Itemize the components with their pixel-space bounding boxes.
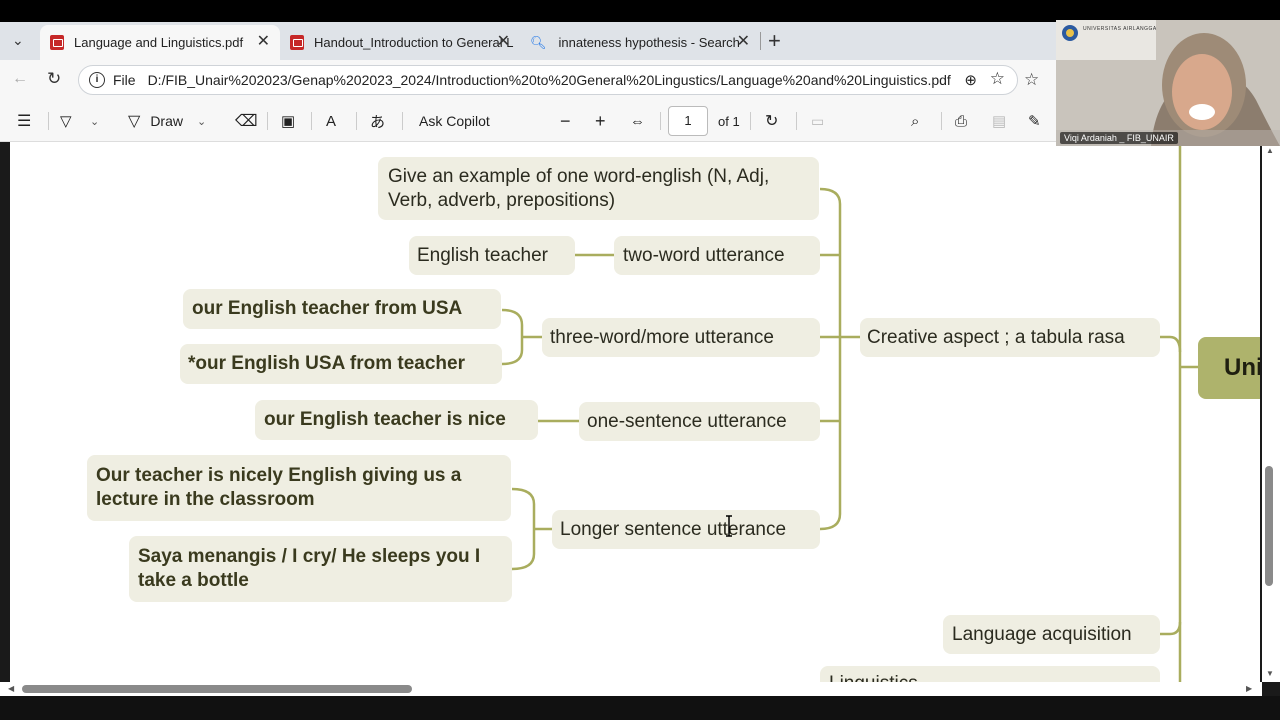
save-as-icon[interactable]: ✎ bbox=[1028, 110, 1041, 132]
node-text: Longer sentence utterance bbox=[560, 518, 787, 540]
screen: ⌄ Language and Linguistics.pdf ✕ Handout… bbox=[0, 0, 1280, 720]
node-three-word-example-1: our English teacher from USA bbox=[183, 289, 501, 329]
tab-separator bbox=[760, 32, 761, 50]
tab-label: innateness hypothesis - Search bbox=[558, 35, 740, 50]
node-text: Creative aspect ; a tabula rasa bbox=[867, 326, 1125, 348]
read-aloud-icon[interactable]: A bbox=[326, 110, 336, 132]
eraser-icon[interactable]: ⌫ bbox=[235, 110, 258, 132]
pdf-document-view[interactable]: Give an example of one word-english (N, … bbox=[10, 142, 1260, 682]
scroll-down-icon[interactable]: ▼ bbox=[1266, 669, 1274, 678]
creative-link bbox=[1160, 335, 1182, 353]
node-text: *our English USA from teacher bbox=[188, 353, 465, 374]
node-creative-aspect: Creative aspect ; a tabula rasa bbox=[860, 318, 1160, 357]
zoom-out-icon[interactable]: − bbox=[560, 110, 571, 132]
university-logo-text: UNIVERSITAS AIRLANGGA bbox=[1083, 26, 1157, 32]
info-icon[interactable]: i bbox=[89, 72, 105, 88]
draw-label: Draw bbox=[150, 113, 183, 129]
chevron-down-icon: ⌄ bbox=[196, 115, 207, 128]
scroll-up-icon[interactable]: ▲ bbox=[1266, 146, 1274, 155]
vertical-scrollbar[interactable]: ▲ ▼ bbox=[1262, 142, 1280, 682]
search-icon: 🔍︎ bbox=[530, 34, 547, 50]
pen-icon: ▽ bbox=[128, 113, 141, 130]
node-root: Uni bbox=[1198, 337, 1260, 399]
text-box-icon[interactable]: ▣ bbox=[281, 110, 295, 132]
save-icon[interactable]: ▤ bbox=[992, 110, 1006, 132]
node-text: our English teacher is nice bbox=[264, 409, 506, 430]
participant-name: Viqi Ardaniah _ FIB_UNAIR bbox=[1060, 132, 1178, 144]
page-total: of 1 bbox=[718, 113, 740, 129]
draw-button[interactable]: ▽ Draw ⌄ bbox=[128, 110, 206, 132]
node-text: English teacher bbox=[417, 244, 548, 266]
rotate-icon[interactable]: ↻ bbox=[765, 110, 778, 132]
node-text: Linguistics... bbox=[829, 672, 934, 682]
new-tab-plus-icon[interactable]: + bbox=[768, 28, 781, 54]
webcam-overlay: UNIVERSITAS AIRLANGGA Viqi Ardaniah _ FI… bbox=[1056, 20, 1280, 146]
close-icon[interactable]: ✕ bbox=[497, 33, 510, 51]
chevron-down-icon[interactable]: ⌄ bbox=[90, 110, 99, 132]
node-longer-sentence: Longer sentence utterance bbox=[552, 510, 820, 549]
node-text: Our teacher is nicely English giving us … bbox=[96, 465, 462, 510]
node-text: Saya menangis / I cry/ He sleeps you I t… bbox=[138, 546, 481, 591]
node-text: two-word utterance bbox=[623, 244, 785, 266]
tab-language-linguistics[interactable]: Language and Linguistics.pdf ✕ bbox=[40, 25, 280, 60]
node-text: Give an example of one word-english (N, … bbox=[388, 165, 770, 211]
node-one-sentence: one-sentence utterance bbox=[579, 402, 820, 441]
node-longer-example-2: Saya menangis / I cry/ He sleeps you I t… bbox=[129, 536, 512, 602]
utterance-bracket bbox=[819, 187, 842, 531]
fit-width-icon[interactable]: ⇔ bbox=[630, 110, 645, 132]
node-three-word-example-2: *our English USA from teacher bbox=[180, 344, 502, 384]
zoom-icon[interactable]: ⊕ bbox=[964, 71, 977, 89]
refresh-icon[interactable]: ↻ bbox=[47, 69, 61, 89]
node-one-sentence-example: our English teacher is nice bbox=[255, 400, 538, 440]
tab-label: Language and Linguistics.pdf bbox=[74, 35, 244, 50]
text-cursor-icon bbox=[726, 515, 732, 537]
print-icon[interactable]: ⎙ bbox=[955, 110, 967, 132]
node-text: our English teacher from USA bbox=[192, 298, 463, 319]
vertical-scroll-thumb[interactable] bbox=[1265, 466, 1273, 586]
three-word-bracket bbox=[501, 308, 524, 366]
node-text: Language acquisition bbox=[952, 623, 1132, 645]
page-number-input[interactable]: 1 bbox=[668, 106, 708, 136]
find-icon[interactable]: ⌕ bbox=[911, 110, 919, 132]
longer-bracket bbox=[511, 487, 536, 571]
page-view-icon[interactable]: ▭ bbox=[811, 110, 824, 132]
pdf-icon bbox=[50, 35, 64, 50]
ask-copilot-button[interactable]: Ask Copilot bbox=[419, 110, 490, 132]
node-one-word: Give an example of one word-english (N, … bbox=[378, 157, 819, 220]
back-arrow-icon[interactable]: ← bbox=[12, 70, 28, 88]
scroll-left-icon[interactable]: ◀ bbox=[8, 684, 14, 693]
translate-icon[interactable]: あ bbox=[370, 110, 385, 132]
pdf-icon bbox=[290, 35, 304, 50]
node-partial-bottom: Linguistics... bbox=[820, 666, 1160, 682]
node-text: one-sentence utterance bbox=[587, 410, 787, 432]
scheme-label: File bbox=[113, 72, 136, 88]
node-language-acquisition: Language acquisition bbox=[943, 615, 1160, 654]
tab-search[interactable]: 🔍︎ innateness hypothesis - Search ✕ bbox=[520, 25, 760, 60]
bottom-black-bar bbox=[0, 696, 1280, 720]
close-icon[interactable]: ✕ bbox=[737, 33, 750, 51]
favorites-icon[interactable]: ☆ bbox=[1024, 70, 1039, 90]
ask-copilot-label: Ask Copilot bbox=[419, 113, 490, 129]
node-text: Uni bbox=[1224, 354, 1260, 381]
top-black-bar bbox=[0, 0, 1280, 22]
node-two-word-example: English teacher bbox=[409, 236, 575, 275]
acquisition-link bbox=[1160, 621, 1182, 636]
tab-list-chevron-icon[interactable]: ⌄ bbox=[12, 32, 24, 49]
close-icon[interactable]: ✕ bbox=[257, 33, 270, 51]
node-two-word: two-word utterance bbox=[614, 236, 820, 275]
zoom-in-icon[interactable]: + bbox=[595, 110, 606, 132]
url-text: D:/FIB_Unair%202023/Genap%202023_2024/In… bbox=[147, 72, 951, 88]
highlight-icon[interactable]: ▽ bbox=[60, 110, 72, 132]
tab-label: Handout_Introduction to General L bbox=[314, 35, 514, 50]
node-text: three-word/more utterance bbox=[550, 326, 774, 348]
url-field[interactable]: i File D:/FIB_Unair%202023/Genap%202023_… bbox=[78, 65, 1018, 95]
contents-list-icon[interactable]: ☰ bbox=[17, 110, 31, 132]
node-three-word: three-word/more utterance bbox=[542, 318, 820, 357]
node-longer-example-1: Our teacher is nicely English giving us … bbox=[87, 455, 511, 521]
favorite-star-icon[interactable]: ☆ bbox=[990, 69, 1005, 89]
scroll-right-icon[interactable]: ▶ bbox=[1246, 684, 1252, 693]
horizontal-scroll-thumb[interactable] bbox=[22, 685, 412, 693]
tab-handout[interactable]: Handout_Introduction to General L ✕ bbox=[280, 25, 520, 60]
webcam-person-image bbox=[1056, 20, 1280, 146]
